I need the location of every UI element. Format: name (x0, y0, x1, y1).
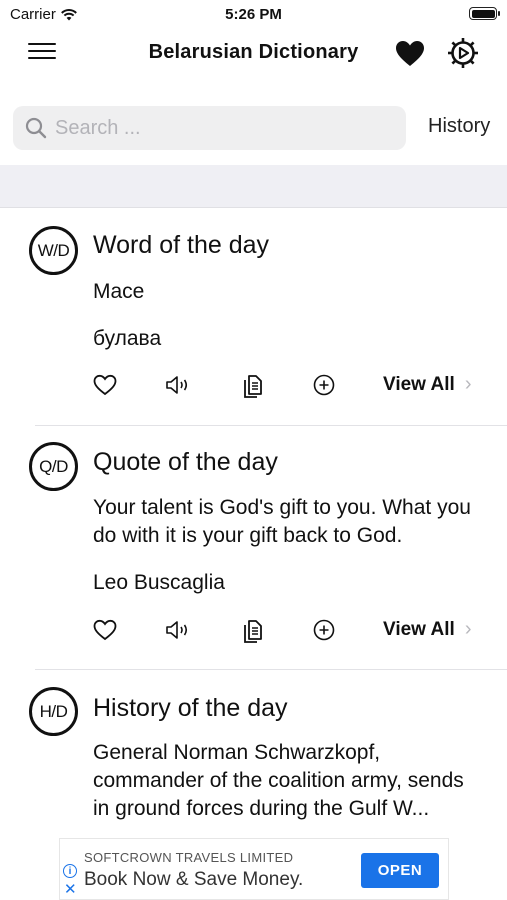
word-translation: булава (93, 327, 162, 350)
heart-icon[interactable] (394, 38, 426, 70)
status-time: 5:26 PM (225, 6, 282, 23)
card-title: Quote of the day (93, 448, 278, 476)
view-all-label: View All (383, 373, 455, 395)
search-box[interactable] (13, 106, 406, 150)
history-button[interactable]: History (428, 115, 490, 138)
ad-company: SOFTCROWN TRAVELS LIMITED (84, 850, 294, 865)
copy-icon (244, 620, 262, 643)
quote-author: Leo Buscaglia (93, 571, 225, 594)
copy-button[interactable] (239, 371, 267, 399)
section-band (0, 165, 507, 208)
status-bar: Carrier 5:26 PM (0, 0, 507, 28)
add-button[interactable] (310, 616, 338, 644)
quote-of-the-day-card: Q/D Quote of the day Your talent is God'… (0, 426, 507, 670)
speak-button[interactable] (164, 616, 192, 644)
history-of-the-day-badge: H/D (29, 687, 78, 736)
close-icon[interactable]: ✕ (64, 880, 77, 898)
chevron-right-icon: › (464, 373, 472, 395)
copy-button[interactable] (239, 616, 267, 644)
battery-icon (469, 7, 500, 20)
card-title: History of the day (93, 694, 288, 722)
search-icon (25, 117, 47, 139)
favorite-button[interactable] (91, 616, 119, 644)
view-all-button[interactable]: View All › (383, 618, 471, 641)
search-input[interactable] (55, 116, 385, 140)
history-of-the-day-card: H/D History of the day General Norman Sc… (0, 670, 507, 830)
ad-open-button[interactable]: OPEN (361, 853, 439, 888)
heart-outline-icon (93, 619, 117, 641)
speaker-icon (166, 621, 188, 639)
favorite-button[interactable] (91, 371, 119, 399)
add-button[interactable] (310, 371, 338, 399)
info-icon[interactable]: i (63, 864, 77, 878)
speak-button[interactable] (164, 371, 192, 399)
card-actions: View All › (0, 371, 507, 401)
copy-icon (244, 375, 262, 398)
plus-circle-icon (313, 374, 335, 396)
settings-gear-icon[interactable] (446, 36, 480, 70)
quote-text: Your talent is God's gift to you. What y… (93, 496, 471, 547)
history-text: General Norman Schwarzkopf, commander of… (93, 741, 464, 820)
word-of-the-day-badge: W/D (29, 226, 78, 275)
speaker-icon (166, 376, 188, 394)
card-actions: View All › (0, 616, 507, 646)
card-title: Word of the day (93, 231, 270, 259)
heart-outline-icon (93, 374, 117, 396)
nav-bar: Belarusian Dictionary (0, 28, 507, 78)
ad-headline: Book Now & Save Money. (84, 869, 304, 890)
page-title: Belarusian Dictionary (148, 41, 359, 63)
ad-banner[interactable]: i ✕ SOFTCROWN TRAVELS LIMITED Book Now &… (59, 838, 449, 900)
view-all-button[interactable]: View All › (383, 373, 471, 396)
chevron-right-icon: › (464, 618, 472, 640)
plus-circle-icon (313, 619, 335, 641)
search-row: History (0, 106, 507, 150)
word-of-the-day-card: W/D Word of the day Mace булава View All… (0, 208, 507, 426)
view-all-label: View All (383, 618, 455, 640)
quote-of-the-day-badge: Q/D (29, 442, 78, 491)
word-english: Mace (93, 280, 145, 303)
